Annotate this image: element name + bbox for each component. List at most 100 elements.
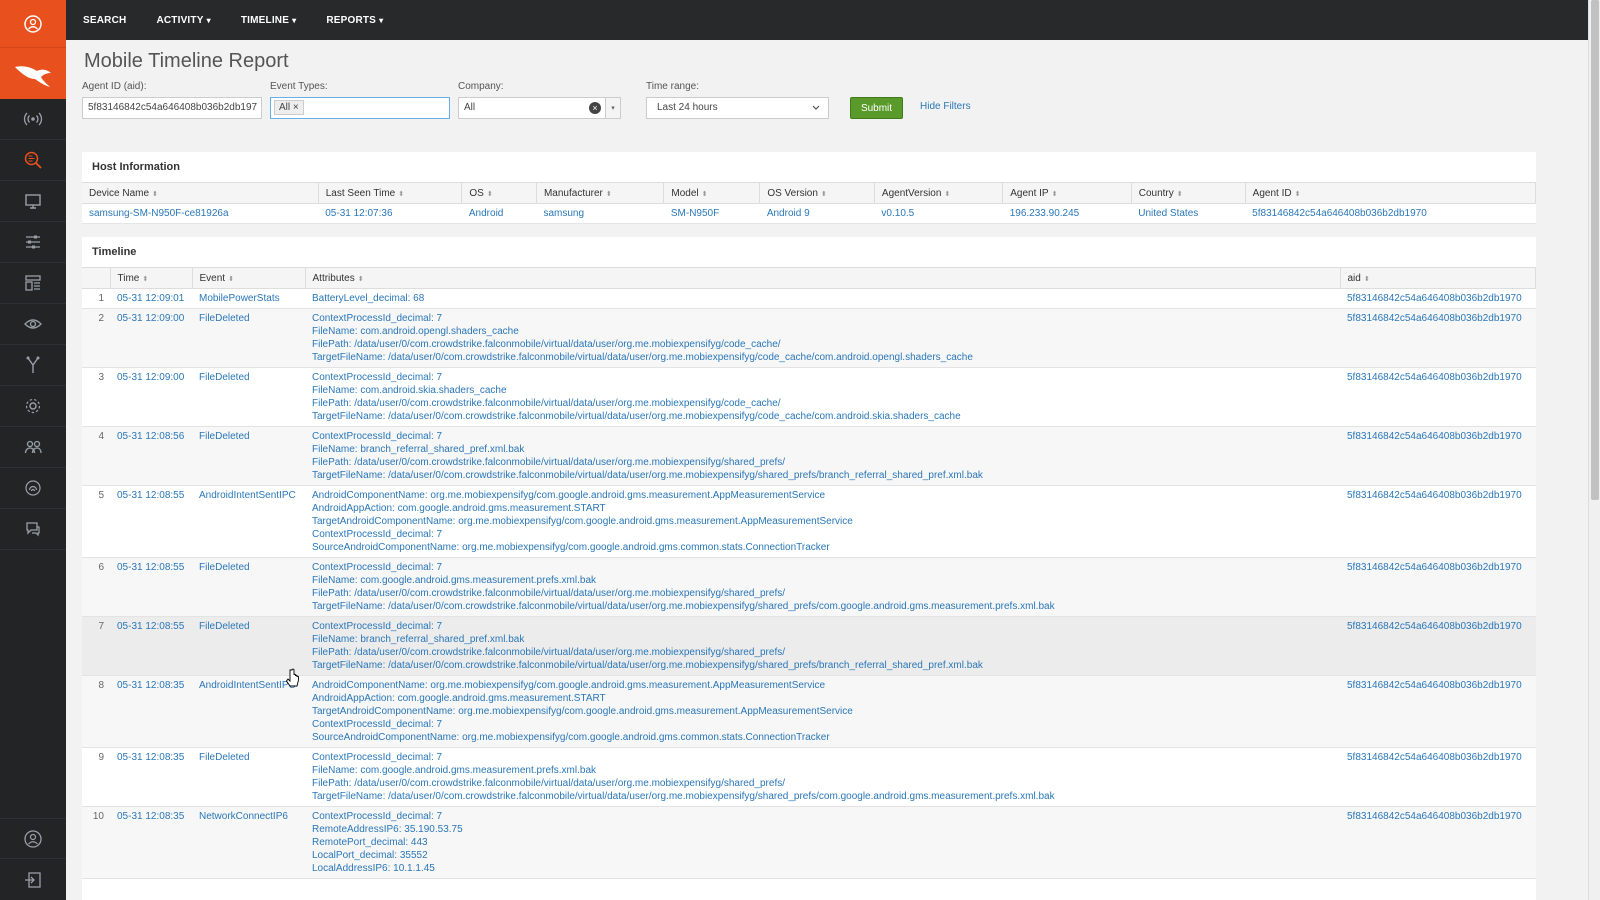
- event-aid[interactable]: 5f83146842c54a646408b036b2db1970: [1340, 426, 1536, 486]
- table-row[interactable]: 6 05-31 12:08:55 FileDeleted ContextProcess…: [82, 557, 1536, 617]
- falcon-logo-icon[interactable]: [0, 47, 66, 99]
- attribute-line[interactable]: FileName: com.android.skia.shaders_cache: [312, 384, 1333, 397]
- host-cell[interactable]: 196.233.90.245: [1002, 203, 1132, 224]
- event-aid[interactable]: 5f83146842c54a646408b036b2db1970: [1340, 308, 1536, 368]
- sort-icon[interactable]: ⬍: [152, 191, 158, 198]
- company-select[interactable]: All ×: [458, 97, 605, 119]
- attribute-line[interactable]: FileName: com.google.android.gms.measure…: [312, 764, 1333, 777]
- event-name[interactable]: FileDeleted: [192, 616, 305, 676]
- sort-icon[interactable]: ⬍: [142, 276, 148, 283]
- event-aid[interactable]: 5f83146842c54a646408b036b2db1970: [1340, 675, 1536, 748]
- event-aid[interactable]: 5f83146842c54a646408b036b2db1970: [1340, 485, 1536, 558]
- nav-reports[interactable]: REPORTS ▾: [326, 15, 383, 26]
- host-cell[interactable]: v0.10.5: [874, 203, 1003, 224]
- attribute-line[interactable]: ContextProcessId_decimal: 7: [312, 810, 1333, 823]
- sort-icon[interactable]: ⬍: [1177, 191, 1183, 198]
- host-col-header[interactable]: Model ⬍: [663, 182, 761, 204]
- timeline-col-header[interactable]: aid ⬍: [1340, 267, 1536, 289]
- event-types-input[interactable]: All ×: [270, 97, 450, 119]
- eye-icon[interactable]: [0, 304, 66, 345]
- host-col-header[interactable]: Last Seen Time ⬍: [318, 182, 463, 204]
- chevron-down-icon[interactable]: ▾: [605, 97, 621, 119]
- time-range-select[interactable]: Last 24 hours: [646, 97, 829, 119]
- host-col-header[interactable]: OS ⬍: [461, 182, 537, 204]
- sort-icon[interactable]: ⬍: [1364, 276, 1370, 283]
- attribute-line[interactable]: TargetFileName: /data/user/0/com.crowdst…: [312, 600, 1333, 613]
- gear-icon[interactable]: [0, 386, 66, 427]
- attribute-line[interactable]: TargetFileName: /data/user/0/com.crowdst…: [312, 659, 1333, 672]
- sort-icon[interactable]: ⬍: [487, 191, 493, 198]
- table-row[interactable]: 4 05-31 12:08:56 FileDeleted ContextProcess…: [82, 426, 1536, 486]
- event-time[interactable]: 05-31 12:08:55: [110, 485, 192, 558]
- event-aid[interactable]: 5f83146842c54a646408b036b2db1970: [1340, 616, 1536, 676]
- attribute-line[interactable]: AndroidComponentName: org.me.mobiexpensi…: [312, 489, 1333, 502]
- vertical-scrollbar[interactable]: [1588, 0, 1600, 900]
- sort-icon[interactable]: ⬍: [358, 276, 364, 283]
- attribute-line[interactable]: FilePath: /data/user/0/com.crowdstrike.f…: [312, 777, 1333, 790]
- table-row[interactable]: 3 05-31 12:09:00 FileDeleted ContextProcess…: [82, 367, 1536, 427]
- attribute-line[interactable]: TargetAndroidComponentName: org.me.mobie…: [312, 705, 1333, 718]
- host-col-header[interactable]: Country ⬍: [1131, 182, 1246, 204]
- attribute-line[interactable]: ContextProcessId_decimal: 7: [312, 718, 1333, 731]
- host-cell[interactable]: SM-N950F: [663, 203, 760, 224]
- dashboard-icon[interactable]: [0, 263, 66, 304]
- attribute-line[interactable]: AndroidComponentName: org.me.mobiexpensi…: [312, 679, 1333, 692]
- event-name[interactable]: FileDeleted: [192, 747, 305, 807]
- attribute-line[interactable]: TargetFileName: /data/user/0/com.crowdst…: [312, 410, 1333, 423]
- event-aid[interactable]: 5f83146842c54a646408b036b2db1970: [1340, 806, 1536, 879]
- attribute-line[interactable]: ContextProcessId_decimal: 7: [312, 312, 1333, 325]
- attribute-line[interactable]: ContextProcessId_decimal: 7: [312, 751, 1333, 764]
- event-time[interactable]: 05-31 12:08:35: [110, 675, 192, 748]
- event-time[interactable]: 05-31 12:08:55: [110, 616, 192, 676]
- event-time[interactable]: 05-31 12:08:35: [110, 806, 192, 879]
- event-name[interactable]: FileDeleted: [192, 426, 305, 486]
- sort-icon[interactable]: ⬍: [944, 191, 950, 198]
- host-col-header[interactable]: Device Name ⬍: [82, 182, 319, 204]
- attribute-line[interactable]: TargetAndroidComponentName: org.me.mobie…: [312, 515, 1333, 528]
- remove-tag-icon[interactable]: ×: [293, 102, 299, 113]
- attribute-line[interactable]: BatteryLevel_decimal: 68: [312, 292, 1333, 305]
- event-aid[interactable]: 5f83146842c54a646408b036b2db1970: [1340, 747, 1536, 807]
- event-name[interactable]: FileDeleted: [192, 308, 305, 368]
- host-col-header[interactable]: Agent IP ⬍: [1002, 182, 1132, 204]
- submit-button[interactable]: Submit: [850, 97, 903, 119]
- table-row[interactable]: 9 05-31 12:08:35 FileDeleted ContextProcess…: [82, 747, 1536, 807]
- table-row[interactable]: 5 05-31 12:08:55 AndroidIntentSentIPC Andro…: [82, 485, 1536, 558]
- host-cell[interactable]: samsung-SM-N950F-ce81926a: [82, 203, 319, 224]
- attribute-line[interactable]: FileName: branch_referral_shared_pref.xm…: [312, 633, 1333, 646]
- chat-icon[interactable]: [0, 509, 66, 550]
- host-col-header[interactable]: Agent ID ⬍: [1245, 182, 1537, 204]
- attribute-line[interactable]: TargetFileName: /data/user/0/com.crowdst…: [312, 351, 1333, 364]
- attribute-line[interactable]: FileName: com.android.opengl.shaders_cac…: [312, 325, 1333, 338]
- sort-icon[interactable]: ⬍: [398, 191, 404, 198]
- sliders-icon[interactable]: [0, 222, 66, 263]
- event-aid[interactable]: 5f83146842c54a646408b036b2db1970: [1340, 557, 1536, 617]
- search-activity-icon[interactable]: [0, 140, 66, 181]
- event-time[interactable]: 05-31 12:09:00: [110, 367, 192, 427]
- host-cell[interactable]: United States: [1131, 203, 1246, 224]
- event-time[interactable]: 05-31 12:08:35: [110, 747, 192, 807]
- attribute-line[interactable]: SourceAndroidComponentName: org.me.mobie…: [312, 731, 1333, 744]
- profile-icon[interactable]: [0, 818, 66, 859]
- attribute-line[interactable]: AndroidAppAction: com.google.android.gms…: [312, 692, 1333, 705]
- timeline-col-header[interactable]: Time ⬍: [110, 267, 193, 289]
- users-icon[interactable]: [0, 427, 66, 468]
- event-name[interactable]: FileDeleted: [192, 557, 305, 617]
- attribute-line[interactable]: FilePath: /data/user/0/com.crowdstrike.f…: [312, 587, 1333, 600]
- fork-icon[interactable]: [0, 345, 66, 386]
- attribute-line[interactable]: ContextProcessId_decimal: 7: [312, 561, 1333, 574]
- user-circle-icon[interactable]: [0, 0, 66, 47]
- attribute-line[interactable]: LocalPort_decimal: 35552: [312, 849, 1333, 862]
- scrollbar-thumb[interactable]: [1591, 0, 1599, 500]
- sort-icon[interactable]: ⬍: [228, 276, 234, 283]
- attribute-line[interactable]: FilePath: /data/user/0/com.crowdstrike.f…: [312, 646, 1333, 659]
- attribute-line[interactable]: FilePath: /data/user/0/com.crowdstrike.f…: [312, 456, 1333, 469]
- table-row[interactable]: 7 05-31 12:08:55 FileDeleted ContextProcess…: [82, 616, 1536, 676]
- nav-activity[interactable]: ACTIVITY ▾: [156, 15, 210, 26]
- timeline-col-header[interactable]: Event ⬍: [192, 267, 306, 289]
- attribute-line[interactable]: TargetFileName: /data/user/0/com.crowdst…: [312, 790, 1333, 803]
- nav-search[interactable]: SEARCH: [83, 15, 126, 26]
- attribute-line[interactable]: RemoteAddressIP6: 35.190.53.75: [312, 823, 1333, 836]
- attribute-line[interactable]: ContextProcessId_decimal: 7: [312, 528, 1333, 541]
- event-name[interactable]: NetworkConnectIP6: [192, 806, 305, 879]
